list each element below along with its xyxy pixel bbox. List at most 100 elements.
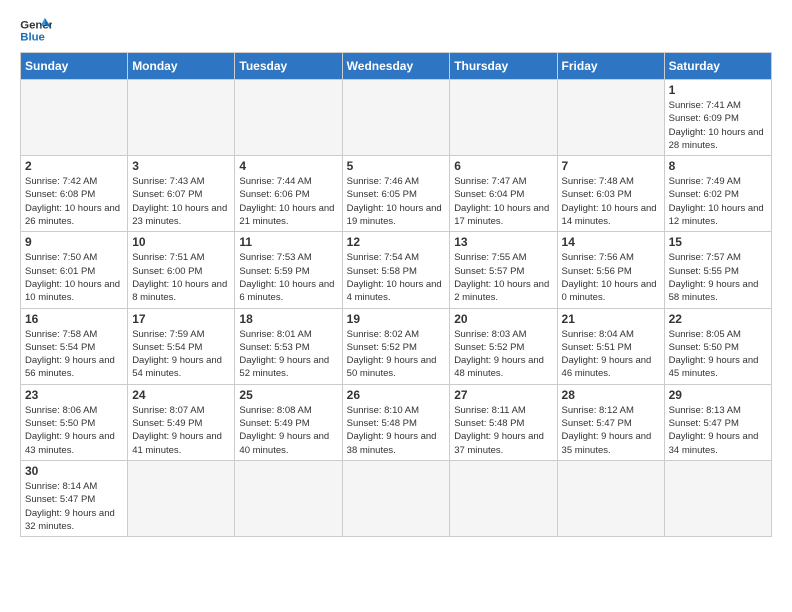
- calendar-cell: [128, 80, 235, 156]
- day-number: 8: [669, 159, 767, 173]
- day-info: Sunrise: 7:42 AMSunset: 6:08 PMDaylight:…: [25, 175, 123, 228]
- calendar-cell: 23 Sunrise: 8:06 AMSunset: 5:50 PMDayligh…: [21, 384, 128, 460]
- calendar-week-1: 1 Sunrise: 7:41 AMSunset: 6:09 PMDaylight…: [21, 80, 772, 156]
- day-info: Sunrise: 7:59 AMSunset: 5:54 PMDaylight:…: [132, 328, 230, 381]
- day-info: Sunrise: 8:08 AMSunset: 5:49 PMDaylight:…: [239, 404, 337, 457]
- day-number: 14: [562, 235, 660, 249]
- calendar-cell: [342, 80, 450, 156]
- calendar-cell: 1 Sunrise: 7:41 AMSunset: 6:09 PMDaylight…: [664, 80, 771, 156]
- calendar-cell: 17 Sunrise: 7:59 AMSunset: 5:54 PMDayligh…: [128, 308, 235, 384]
- day-number: 22: [669, 312, 767, 326]
- day-number: 30: [25, 464, 123, 478]
- day-info: Sunrise: 7:56 AMSunset: 5:56 PMDaylight:…: [562, 251, 660, 304]
- calendar-cell: [557, 460, 664, 536]
- weekday-header-friday: Friday: [557, 53, 664, 80]
- day-info: Sunrise: 8:12 AMSunset: 5:47 PMDaylight:…: [562, 404, 660, 457]
- day-number: 25: [239, 388, 337, 402]
- day-info: Sunrise: 7:41 AMSunset: 6:09 PMDaylight:…: [669, 99, 767, 152]
- day-info: Sunrise: 7:58 AMSunset: 5:54 PMDaylight:…: [25, 328, 123, 381]
- header: General Blue: [20, 16, 772, 44]
- calendar-cell: [450, 80, 557, 156]
- day-info: Sunrise: 7:43 AMSunset: 6:07 PMDaylight:…: [132, 175, 230, 228]
- calendar-cell: 24 Sunrise: 8:07 AMSunset: 5:49 PMDayligh…: [128, 384, 235, 460]
- day-info: Sunrise: 7:54 AMSunset: 5:58 PMDaylight:…: [347, 251, 446, 304]
- calendar-cell: 19 Sunrise: 8:02 AMSunset: 5:52 PMDayligh…: [342, 308, 450, 384]
- day-info: Sunrise: 8:10 AMSunset: 5:48 PMDaylight:…: [347, 404, 446, 457]
- calendar-cell: 20Sunrise: 8:03 AMSunset: 5:52 PMDayligh…: [450, 308, 557, 384]
- calendar-cell: 30 Sunrise: 8:14 AMSunset: 5:47 PMDayligh…: [21, 460, 128, 536]
- day-number: 23: [25, 388, 123, 402]
- day-number: 7: [562, 159, 660, 173]
- day-info: Sunrise: 7:44 AMSunset: 6:06 PMDaylight:…: [239, 175, 337, 228]
- day-info: Sunrise: 7:49 AMSunset: 6:02 PMDaylight:…: [669, 175, 767, 228]
- day-number: 17: [132, 312, 230, 326]
- calendar-cell: [450, 460, 557, 536]
- calendar-cell: 26Sunrise: 8:10 AMSunset: 5:48 PMDayligh…: [342, 384, 450, 460]
- logo: General Blue: [20, 16, 52, 44]
- day-info: Sunrise: 8:03 AMSunset: 5:52 PMDaylight:…: [454, 328, 552, 381]
- day-number: 11: [239, 235, 337, 249]
- calendar-cell: 14 Sunrise: 7:56 AMSunset: 5:56 PMDayligh…: [557, 232, 664, 308]
- day-info: Sunrise: 7:57 AMSunset: 5:55 PMDaylight:…: [669, 251, 767, 304]
- weekday-header-saturday: Saturday: [664, 53, 771, 80]
- day-number: 21: [562, 312, 660, 326]
- calendar-cell: [664, 460, 771, 536]
- calendar-cell: 7 Sunrise: 7:48 AMSunset: 6:03 PMDaylight…: [557, 156, 664, 232]
- calendar-cell: 5Sunrise: 7:46 AMSunset: 6:05 PMDaylight…: [342, 156, 450, 232]
- calendar-cell: 8 Sunrise: 7:49 AMSunset: 6:02 PMDaylight…: [664, 156, 771, 232]
- day-info: Sunrise: 8:01 AMSunset: 5:53 PMDaylight:…: [239, 328, 337, 381]
- day-number: 1: [669, 83, 767, 97]
- day-number: 6: [454, 159, 552, 173]
- day-number: 27: [454, 388, 552, 402]
- day-info: Sunrise: 8:06 AMSunset: 5:50 PMDaylight:…: [25, 404, 123, 457]
- calendar-cell: 6 Sunrise: 7:47 AMSunset: 6:04 PMDaylight…: [450, 156, 557, 232]
- calendar-cell: 9 Sunrise: 7:50 AMSunset: 6:01 PMDaylight…: [21, 232, 128, 308]
- calendar-week-2: 2Sunrise: 7:42 AMSunset: 6:08 PMDaylight…: [21, 156, 772, 232]
- day-number: 16: [25, 312, 123, 326]
- calendar-cell: 29Sunrise: 8:13 AMSunset: 5:47 PMDayligh…: [664, 384, 771, 460]
- day-number: 19: [347, 312, 446, 326]
- calendar-table: SundayMondayTuesdayWednesdayThursdayFrid…: [20, 52, 772, 537]
- weekday-header-row: SundayMondayTuesdayWednesdayThursdayFrid…: [21, 53, 772, 80]
- calendar-week-6: 30 Sunrise: 8:14 AMSunset: 5:47 PMDayligh…: [21, 460, 772, 536]
- page: General Blue SundayMondayTuesdayWednesda…: [0, 0, 792, 612]
- day-info: Sunrise: 7:53 AMSunset: 5:59 PMDaylight:…: [239, 251, 337, 304]
- weekday-header-monday: Monday: [128, 53, 235, 80]
- calendar-cell: [128, 460, 235, 536]
- day-info: Sunrise: 7:48 AMSunset: 6:03 PMDaylight:…: [562, 175, 660, 228]
- day-number: 9: [25, 235, 123, 249]
- day-number: 15: [669, 235, 767, 249]
- day-info: Sunrise: 7:51 AMSunset: 6:00 PMDaylight:…: [132, 251, 230, 304]
- calendar-cell: 28Sunrise: 8:12 AMSunset: 5:47 PMDayligh…: [557, 384, 664, 460]
- generalblue-logo-icon: General Blue: [20, 16, 52, 44]
- day-info: Sunrise: 7:47 AMSunset: 6:04 PMDaylight:…: [454, 175, 552, 228]
- day-info: Sunrise: 8:07 AMSunset: 5:49 PMDaylight:…: [132, 404, 230, 457]
- day-info: Sunrise: 8:11 AMSunset: 5:48 PMDaylight:…: [454, 404, 552, 457]
- day-number: 12: [347, 235, 446, 249]
- calendar-cell: [235, 80, 342, 156]
- calendar-cell: [21, 80, 128, 156]
- day-info: Sunrise: 7:46 AMSunset: 6:05 PMDaylight:…: [347, 175, 446, 228]
- weekday-header-sunday: Sunday: [21, 53, 128, 80]
- calendar-week-3: 9 Sunrise: 7:50 AMSunset: 6:01 PMDaylight…: [21, 232, 772, 308]
- weekday-header-tuesday: Tuesday: [235, 53, 342, 80]
- calendar-cell: 27 Sunrise: 8:11 AMSunset: 5:48 PMDayligh…: [450, 384, 557, 460]
- calendar-cell: 10Sunrise: 7:51 AMSunset: 6:00 PMDayligh…: [128, 232, 235, 308]
- day-number: 24: [132, 388, 230, 402]
- calendar-cell: [235, 460, 342, 536]
- day-info: Sunrise: 8:04 AMSunset: 5:51 PMDaylight:…: [562, 328, 660, 381]
- calendar-cell: 22Sunrise: 8:05 AMSunset: 5:50 PMDayligh…: [664, 308, 771, 384]
- day-info: Sunrise: 8:14 AMSunset: 5:47 PMDaylight:…: [25, 480, 123, 533]
- svg-text:Blue: Blue: [20, 32, 45, 44]
- calendar-cell: 18Sunrise: 8:01 AMSunset: 5:53 PMDayligh…: [235, 308, 342, 384]
- day-info: Sunrise: 8:13 AMSunset: 5:47 PMDaylight:…: [669, 404, 767, 457]
- weekday-header-wednesday: Wednesday: [342, 53, 450, 80]
- calendar-cell: [557, 80, 664, 156]
- calendar-cell: 2Sunrise: 7:42 AMSunset: 6:08 PMDaylight…: [21, 156, 128, 232]
- calendar-cell: 16 Sunrise: 7:58 AMSunset: 5:54 PMDayligh…: [21, 308, 128, 384]
- day-info: Sunrise: 7:50 AMSunset: 6:01 PMDaylight:…: [25, 251, 123, 304]
- weekday-header-thursday: Thursday: [450, 53, 557, 80]
- day-info: Sunrise: 8:02 AMSunset: 5:52 PMDaylight:…: [347, 328, 446, 381]
- day-number: 3: [132, 159, 230, 173]
- calendar-cell: 11 Sunrise: 7:53 AMSunset: 5:59 PMDayligh…: [235, 232, 342, 308]
